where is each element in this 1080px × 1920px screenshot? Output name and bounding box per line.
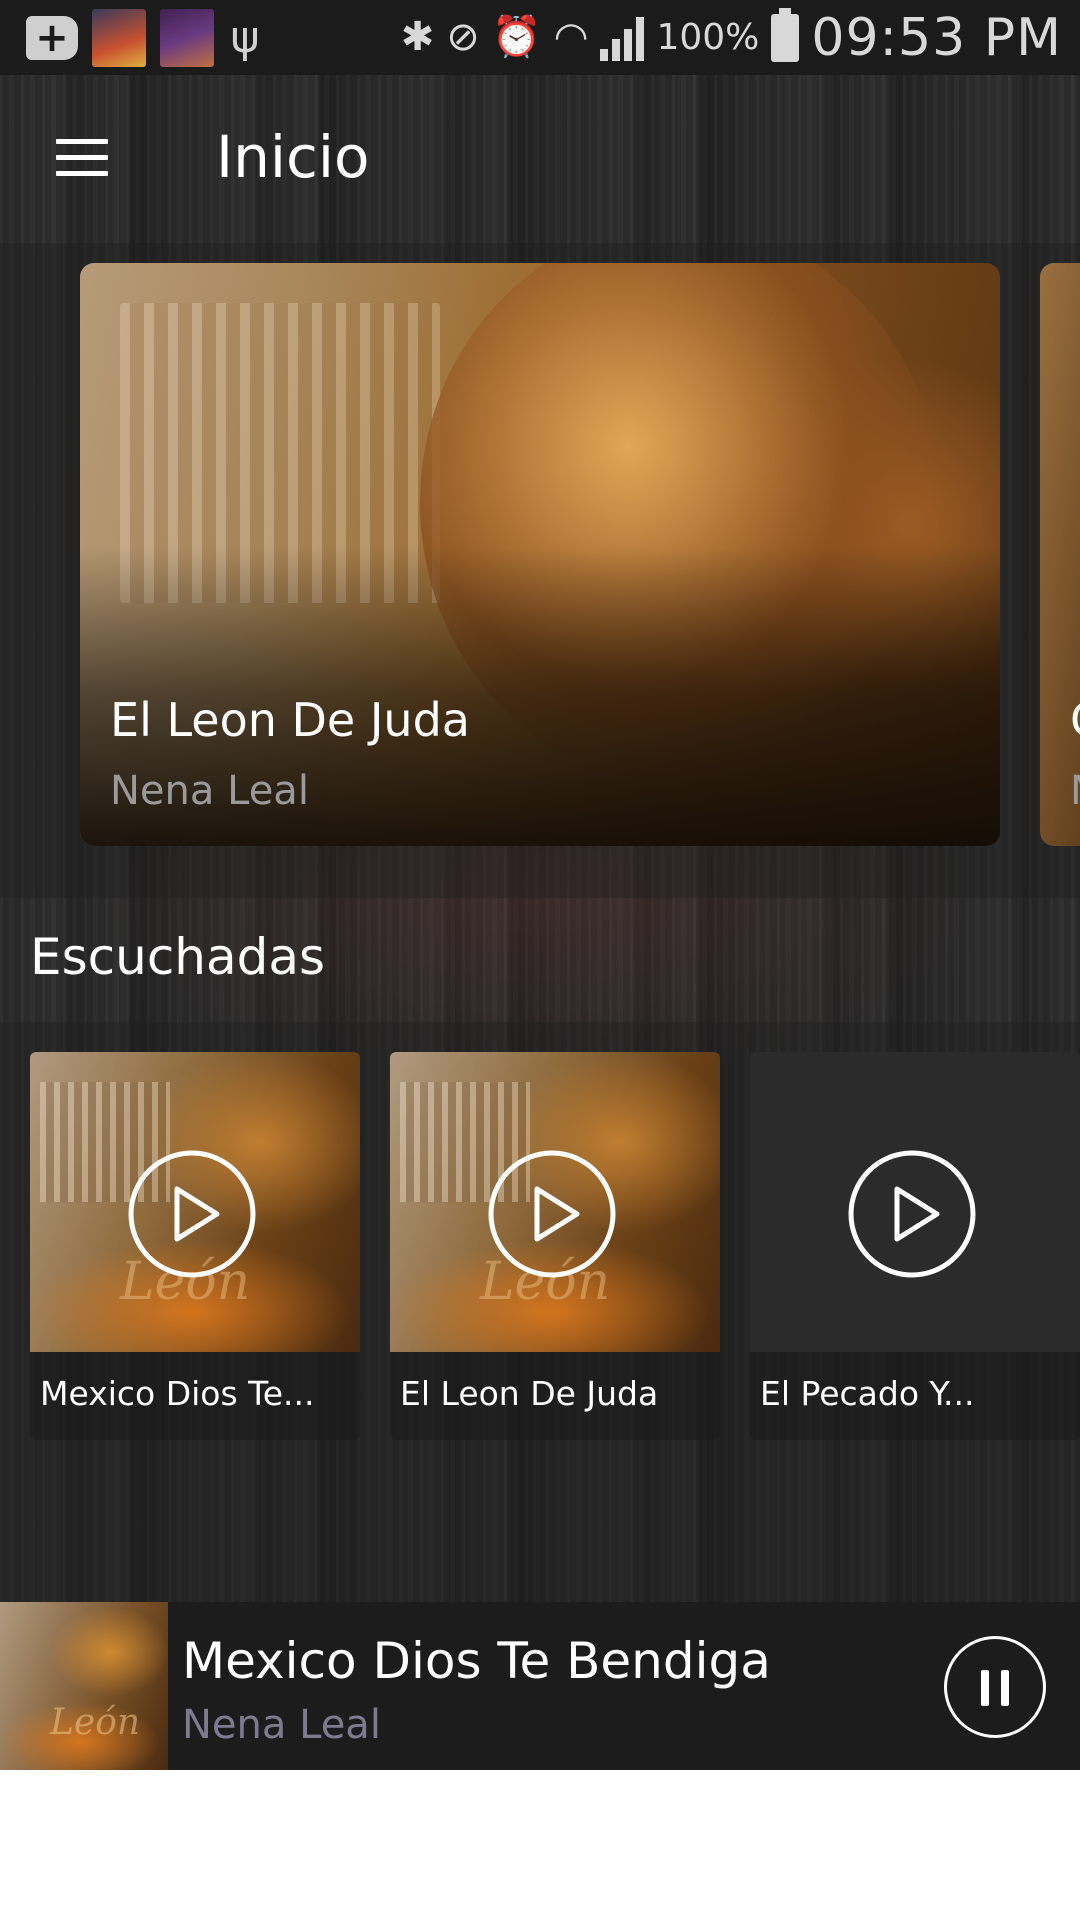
page-title: Inicio <box>216 123 370 191</box>
now-playing-album-art: León <box>0 1602 168 1770</box>
featured-artist: Nena Leal <box>110 768 309 814</box>
hamburger-menu-icon[interactable] <box>48 133 112 183</box>
battery-percent: 100% <box>656 17 760 58</box>
notification-thumbnail-1 <box>92 8 146 67</box>
play-icon[interactable] <box>487 1149 617 1279</box>
album-art <box>750 1052 1080 1352</box>
play-icon[interactable] <box>127 1149 257 1279</box>
app-screen: + ψ ✱ ⊘ ⏰ ◠ 100% 09:53 PM Inicio El Leon… <box>0 0 1080 1770</box>
bluetooth-icon: ✱ <box>400 14 435 60</box>
song-card[interactable]: León El Leon De Juda <box>390 1052 720 1440</box>
now-playing-artist: Nena Leal <box>182 1702 381 1748</box>
signal-icon <box>600 15 645 61</box>
featured-title: C <box>1070 693 1080 747</box>
usb-icon: ψ <box>230 11 260 63</box>
wifi-icon: ◠ <box>553 14 589 60</box>
featured-artist: N <box>1070 768 1080 814</box>
song-card[interactable]: León Mexico Dios Te... <box>30 1052 360 1440</box>
clock: 09:53 PM <box>811 7 1062 68</box>
song-title: Mexico Dios Te... <box>40 1374 315 1413</box>
app-toolbar: Inicio <box>0 75 1080 243</box>
song-title: El Leon De Juda <box>400 1374 659 1413</box>
now-playing-title: Mexico Dios Te Bendiga <box>182 1632 771 1690</box>
status-bar: + ψ ✱ ⊘ ⏰ ◠ 100% 09:53 PM <box>0 0 1080 75</box>
album-art: León <box>390 1052 720 1352</box>
song-card[interactable]: El Pecado Y... <box>750 1052 1080 1440</box>
album-art: León <box>30 1052 360 1352</box>
section-title: Escuchadas <box>30 928 326 986</box>
featured-card[interactable]: El Leon De Juda Nena Leal <box>80 263 1000 846</box>
alarm-icon: ⏰ <box>491 14 542 60</box>
pause-icon[interactable] <box>944 1636 1046 1738</box>
featured-card-next[interactable]: C N <box>1040 263 1080 846</box>
vibrate-icon: ⊘ <box>446 14 480 60</box>
battery-icon <box>771 7 800 62</box>
notification-thumbnail-2 <box>160 8 214 67</box>
play-icon[interactable] <box>847 1149 977 1279</box>
featured-title: El Leon De Juda <box>110 693 470 747</box>
add-icon: + <box>26 15 78 60</box>
song-title: El Pecado Y... <box>760 1374 975 1413</box>
now-playing-bar[interactable]: León Mexico Dios Te Bendiga Nena Leal <box>0 1602 1080 1770</box>
